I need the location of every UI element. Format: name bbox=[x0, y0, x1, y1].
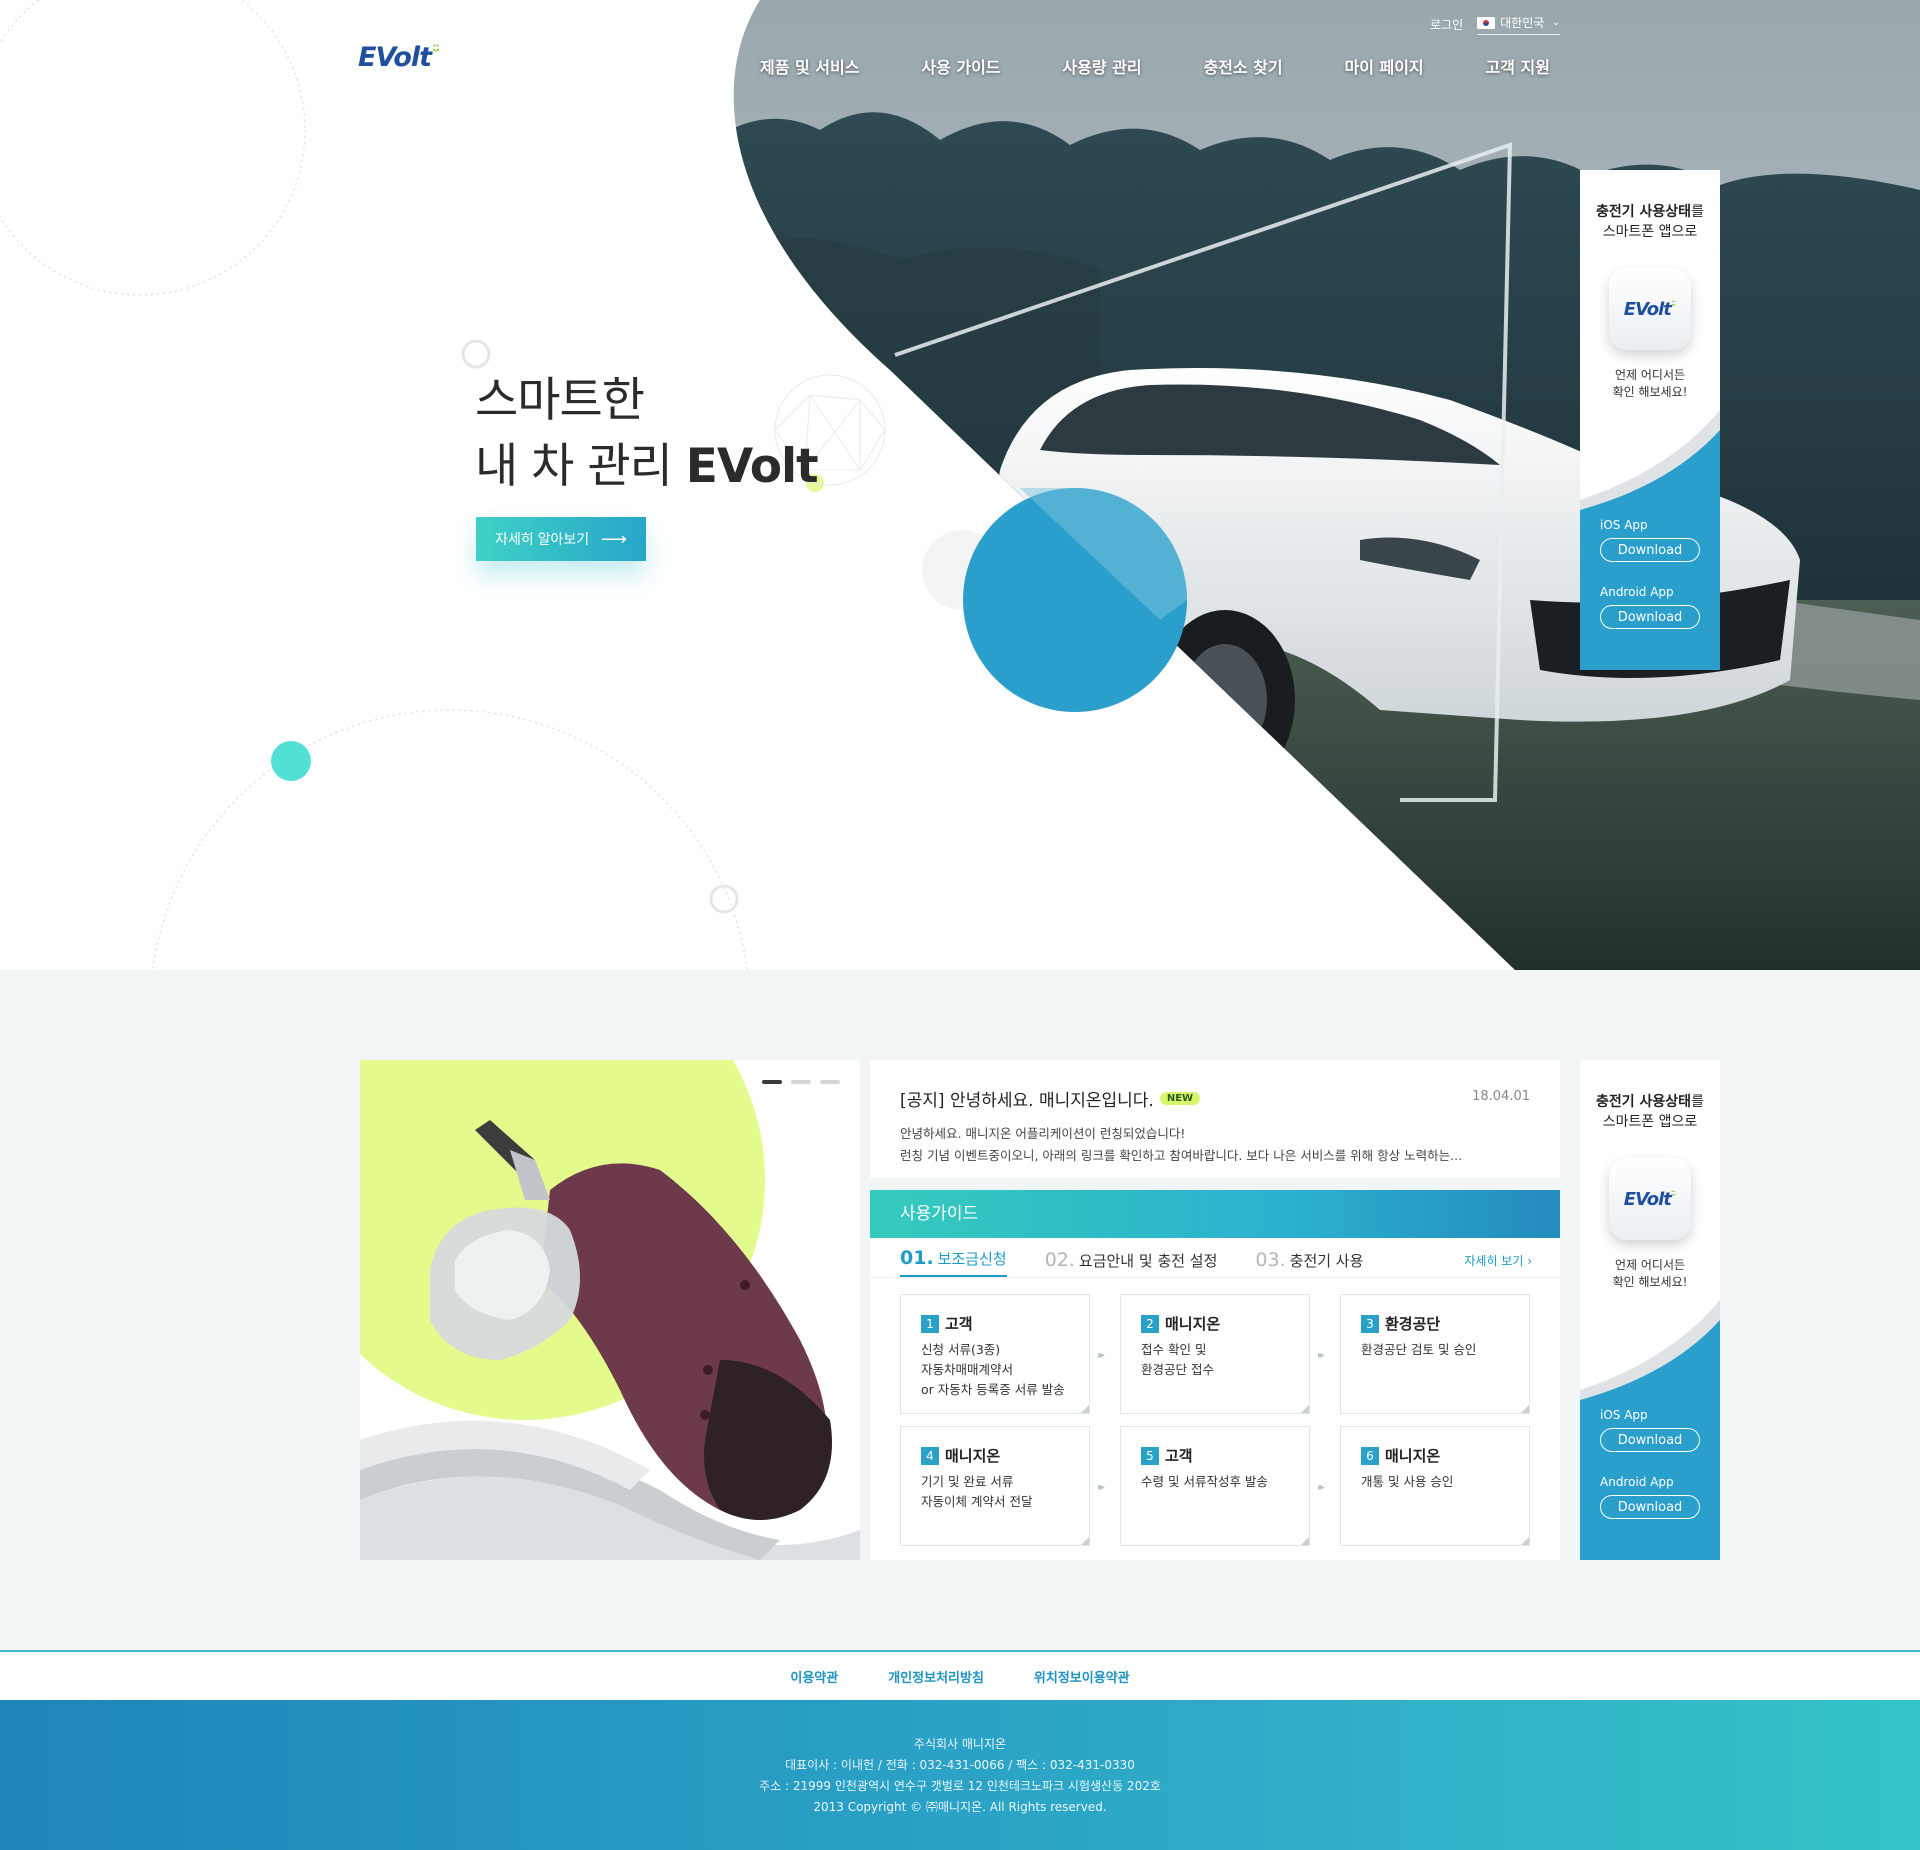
notice-header: [공지] 안녕하세요. 매니지온입니다. NEW bbox=[900, 1086, 1530, 1111]
learn-more-label: 자세히 알아보기 bbox=[495, 531, 590, 547]
ios-download-button[interactable]: Download bbox=[1600, 538, 1700, 562]
banner-title: 충전기 사용상태를 스마트폰 앱으로 bbox=[1596, 204, 1704, 240]
step-card: 2 매니지온 접수 확인 및 환경공단 접수 bbox=[1120, 1294, 1310, 1414]
step-card: 5 고객 수령 및 서류작성후 발송 bbox=[1120, 1426, 1310, 1546]
location-terms-link[interactable]: 위치정보이용약관 bbox=[1034, 1667, 1130, 1686]
banner-subtitle: 언제 어디서든 확인 해보세요! bbox=[1612, 1258, 1688, 1289]
tab-subsidy[interactable]: 01. 보조금신청 bbox=[900, 1247, 1007, 1277]
notice-body: 안녕하세요. 매니지온 어플리케이션이 런칭되었습니다! 런칭 기념 이벤트중이… bbox=[900, 1123, 1530, 1167]
android-download-button[interactable]: Download bbox=[1600, 1495, 1700, 1519]
tab-charger-use[interactable]: 03. 충전기 사용 bbox=[1255, 1249, 1363, 1277]
notice-line-1: 안녕하세요. 매니지온 어플리케이션이 런칭되었습니다! bbox=[900, 1126, 1186, 1141]
android-label: Android App bbox=[1600, 1475, 1674, 1489]
tab-pricing[interactable]: 02. 요금안내 및 충전 설정 bbox=[1045, 1249, 1218, 1277]
footer-company: 주식회사 매니지온 bbox=[913, 1737, 1007, 1751]
app-download-banner: 충전기 사용상태를 스마트폰 앱으로 EVolt ᵕ̈ 언제 어디서든 확인 해보… bbox=[1580, 1060, 1720, 1560]
spark-icon: ᵕ̈ bbox=[1670, 1188, 1677, 1202]
step-arrow-icon: ▸▸ bbox=[1098, 1482, 1105, 1493]
slider-dot-1[interactable] bbox=[762, 1080, 782, 1084]
step-arrow-icon: ▸▸ bbox=[1318, 1350, 1325, 1361]
slider-pagination bbox=[762, 1080, 840, 1084]
footer: 주식회사 매니지온 대표이사 : 이내헌 / 전화 : 032-431-0066… bbox=[0, 1700, 1920, 1850]
ios-download-button[interactable]: Download bbox=[1600, 1428, 1700, 1452]
footer-links: 이용약관 개인정보처리방침 위치정보이용약관 bbox=[0, 1650, 1920, 1700]
guide-title: 사용가이드 bbox=[870, 1190, 1560, 1238]
app-download-banner: 충전기 사용상태를 스마트폰 앱으로 EVolt ᵕ̈ 언제 어디서든 확인 해보… bbox=[1580, 170, 1720, 670]
nav-usage[interactable]: 사용량 관리 bbox=[1062, 54, 1141, 78]
privacy-link[interactable]: 개인정보처리방침 bbox=[888, 1667, 984, 1686]
banner-subtitle: 언제 어디서든 확인 해보세요! bbox=[1612, 368, 1688, 399]
step-card: 3 환경공단 환경공단 검토 및 승인 bbox=[1340, 1294, 1530, 1414]
ios-label: iOS App bbox=[1600, 1408, 1648, 1422]
nav-find-station[interactable]: 충전소 찾기 bbox=[1203, 54, 1282, 78]
hero-line-1: 스마트한 bbox=[475, 373, 645, 428]
evolt-logo-small: EVolt ᵕ̈ bbox=[1623, 298, 1677, 320]
footer-contact: 대표이사 : 이내헌 / 전화 : 032-431-0066 / 팩스 : 03… bbox=[785, 1758, 1135, 1772]
new-badge: NEW bbox=[1159, 1092, 1201, 1105]
notice-date: 18.04.01 bbox=[1472, 1089, 1530, 1104]
nav-guide[interactable]: 사용 가이드 bbox=[921, 54, 1000, 78]
evolt-app-icon: EVolt ᵕ̈ bbox=[1609, 268, 1691, 350]
main-nav: 제품 및 서비스 사용 가이드 사용량 관리 충전소 찾기 마이 페이지 고객 … bbox=[760, 54, 1550, 78]
notice-line-2: 런칭 기념 이벤트중이오니, 아래의 링크를 확인하고 참여바랍니다. 보다 나… bbox=[900, 1148, 1463, 1163]
arrow-right-icon: ⟶ bbox=[601, 528, 627, 549]
footer-copyright: 2013 Copyright © ㈜매니지온. All Rights reser… bbox=[813, 1800, 1107, 1814]
charger-plug-image bbox=[360, 1060, 860, 1560]
slider-dot-2[interactable] bbox=[791, 1080, 811, 1084]
evolt-app-icon: EVolt ᵕ̈ bbox=[1609, 1158, 1691, 1240]
language-label: 대한민국 bbox=[1500, 16, 1545, 30]
hero-section: EVolt ᵕ̈ 로그인 대한민국 ⌄ 제품 및 서비스 사용 가이드 사용량 … bbox=[0, 0, 1920, 970]
nav-support[interactable]: 고객 지원 bbox=[1486, 54, 1550, 78]
evolt-logo-small: EVolt ᵕ̈ bbox=[1623, 1188, 1677, 1210]
evolt-logo[interactable]: EVolt ᵕ̈ bbox=[358, 42, 440, 73]
hero-headline: 스마트한 내 차 관리 EVolt bbox=[475, 368, 819, 500]
terms-link[interactable]: 이용약관 bbox=[790, 1667, 838, 1686]
spark-icon: ᵕ̈ bbox=[432, 42, 440, 61]
step-card: 6 매니지온 개통 및 사용 승인 bbox=[1340, 1426, 1530, 1546]
nav-my-page[interactable]: 마이 페이지 bbox=[1344, 54, 1423, 78]
step-card: 4 매니지온 기기 및 완료 서류 자동이체 계약서 전달 bbox=[900, 1426, 1090, 1546]
footer-address: 주소 : 21999 인천광역시 연수구 갯벌로 12 인천테크노파크 시험생산… bbox=[759, 1779, 1161, 1793]
language-select[interactable]: 대한민국 ⌄ bbox=[1477, 14, 1561, 35]
guide-more-link[interactable]: 자세히 보기 › bbox=[1464, 1252, 1532, 1269]
product-slider[interactable] bbox=[360, 1060, 860, 1560]
nav-products[interactable]: 제품 및 서비스 bbox=[760, 54, 859, 78]
step-card: 1 고객 신청 서류(3종) 자동차매매계약서 or 자동차 등록증 서류 발송 bbox=[900, 1294, 1090, 1414]
guide-tabs: 01. 보조금신청 02. 요금안내 및 충전 설정 03. 충전기 사용 자세히 보… bbox=[870, 1238, 1560, 1278]
login-link[interactable]: 로그인 bbox=[1430, 16, 1463, 33]
learn-more-button[interactable]: 자세히 알아보기 ⟶ bbox=[476, 517, 646, 561]
spark-icon: ᵕ̈ bbox=[1670, 298, 1677, 312]
android-download-button[interactable]: Download bbox=[1600, 605, 1700, 629]
korea-flag-icon bbox=[1477, 16, 1496, 29]
chevron-down-icon: ⌄ bbox=[1551, 17, 1561, 28]
notice-card[interactable]: [공지] 안녕하세요. 매니지온입니다. NEW 18.04.01 안녕하세요.… bbox=[870, 1060, 1560, 1178]
usage-guide-panel: 사용가이드 01. 보조금신청 02. 요금안내 및 충전 설정 03. 충전기 사용… bbox=[870, 1190, 1560, 1560]
step-arrow-icon: ▸▸ bbox=[1098, 1350, 1105, 1361]
utility-bar: 로그인 대한민국 ⌄ bbox=[1430, 14, 1561, 35]
step-arrow-icon: ▸▸ bbox=[1318, 1482, 1325, 1493]
ios-label: iOS App bbox=[1600, 518, 1648, 532]
android-label: Android App bbox=[1600, 585, 1674, 599]
slider-dot-3[interactable] bbox=[820, 1080, 840, 1084]
banner-title: 충전기 사용상태를 스마트폰 앱으로 bbox=[1596, 1094, 1704, 1130]
notice-title[interactable]: [공지] 안녕하세요. 매니지온입니다. bbox=[900, 1086, 1154, 1111]
hero-line-2: 내 차 관리 EVolt bbox=[475, 439, 819, 494]
